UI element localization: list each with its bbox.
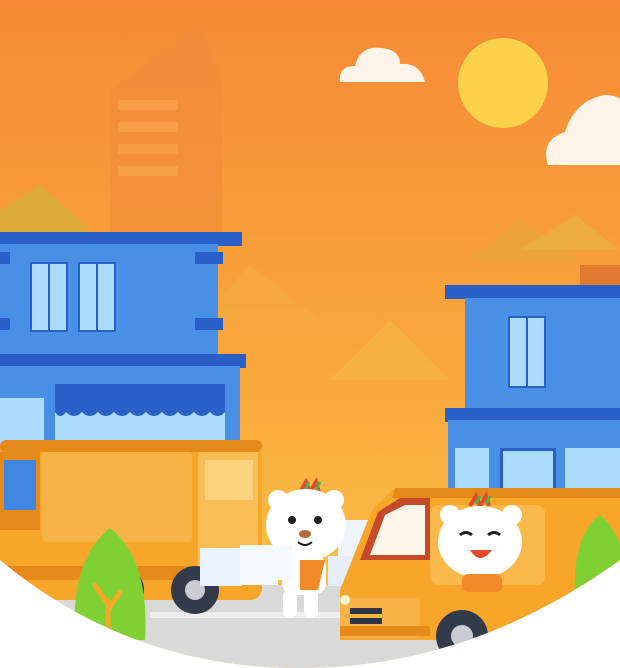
building-left	[0, 232, 246, 446]
sun-icon	[458, 38, 548, 128]
building-right	[445, 265, 620, 500]
delivery-illustration	[0, 0, 620, 668]
illustration-canvas	[0, 0, 620, 668]
